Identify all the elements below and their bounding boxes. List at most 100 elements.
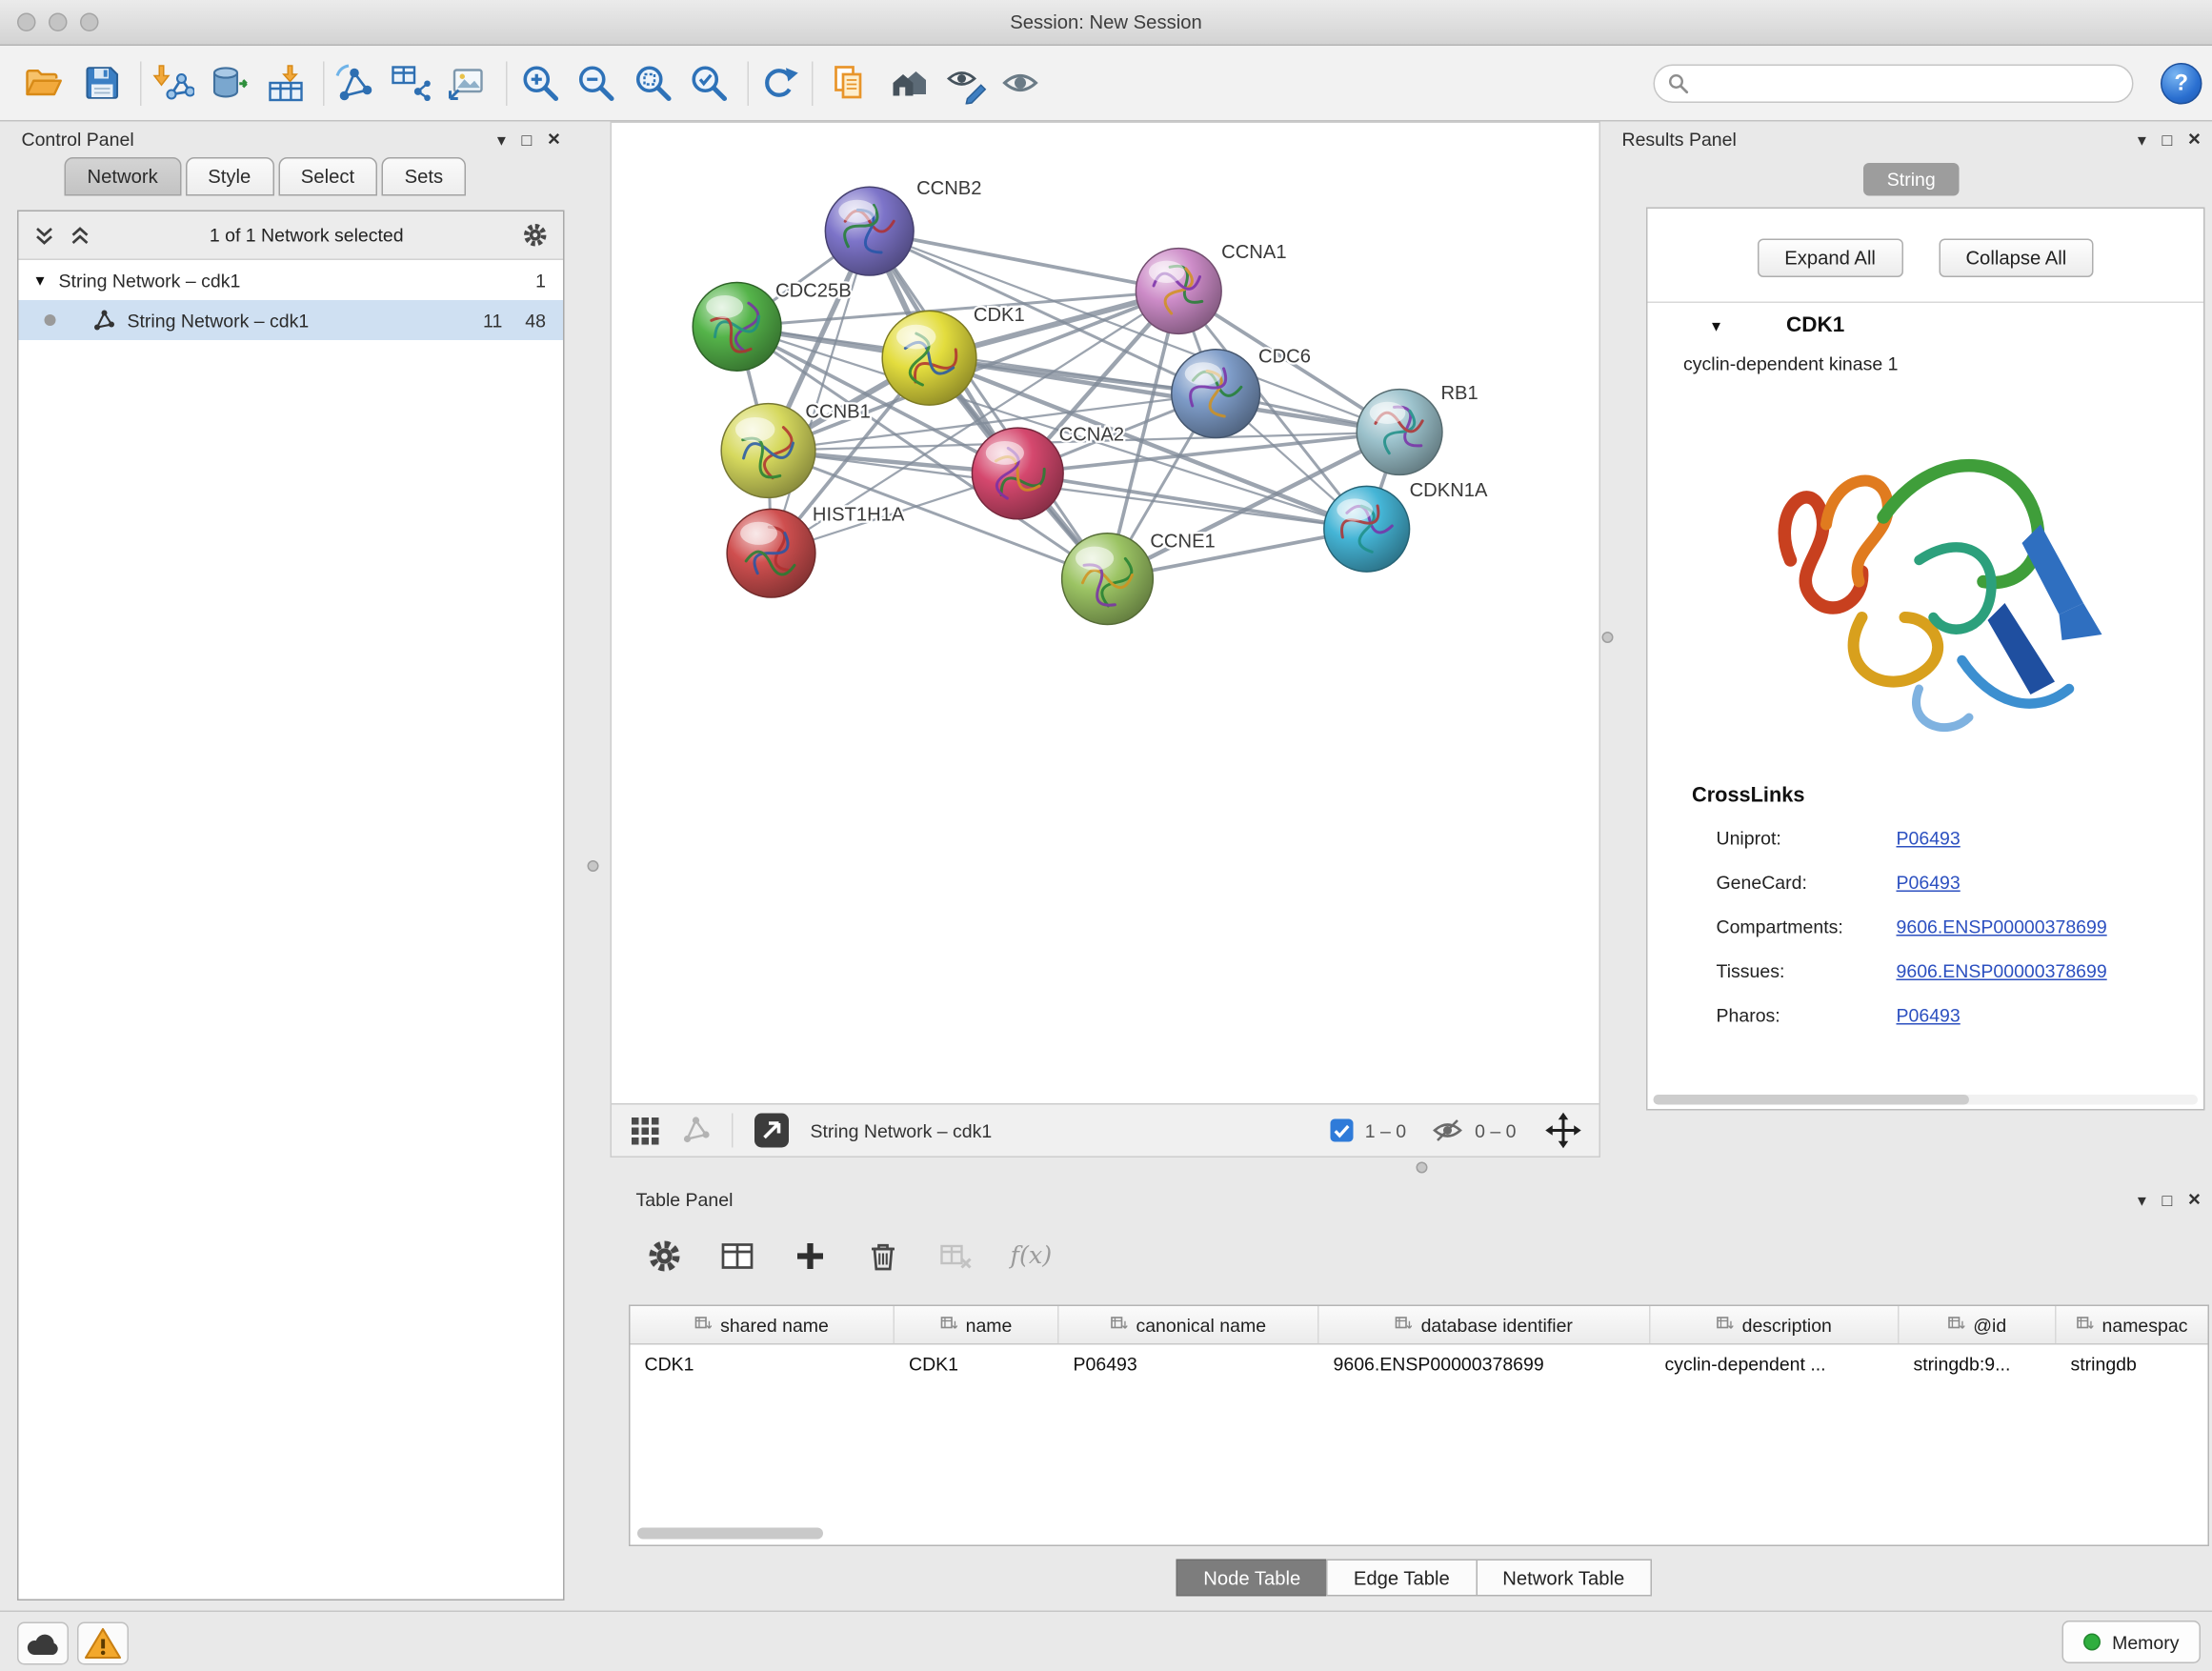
import-network-database-button[interactable]: [202, 56, 256, 111]
expand-all-icon[interactable]: [69, 224, 91, 247]
crosslink-link[interactable]: 9606.ENSP00000378699: [1897, 916, 2107, 938]
network-row-selected[interactable]: String Network – cdk1 11 48: [19, 300, 564, 340]
search-input[interactable]: [1698, 66, 2132, 102]
save-session-button[interactable]: [74, 56, 129, 111]
toggle-graphics-details-button[interactable]: [939, 56, 994, 111]
column-header[interactable]: canonical name: [1059, 1306, 1319, 1343]
network-collection-row[interactable]: ▾ String Network – cdk1 1: [19, 260, 564, 300]
network-edge[interactable]: [870, 232, 1179, 292]
control-panel: Control Panel ▾ □ × Network Style Select…: [10, 122, 573, 1611]
collapse-all-button[interactable]: Collapse All: [1939, 239, 2094, 278]
tab-edge-table[interactable]: Edge Table: [1326, 1560, 1477, 1597]
open-session-button[interactable]: [16, 56, 70, 111]
panel-float-icon[interactable]: □: [2162, 130, 2172, 150]
show-columns-icon[interactable]: [719, 1238, 756, 1275]
network-row-label: String Network – cdk1: [128, 310, 310, 332]
grid-icon[interactable]: [629, 1115, 660, 1146]
network-node-label: CCNB1: [805, 402, 870, 423]
birds-eye-view-icon[interactable]: [680, 1115, 712, 1146]
gear-icon[interactable]: [522, 222, 550, 250]
column-header[interactable]: description: [1651, 1306, 1900, 1343]
network-collection-label: String Network – cdk1: [59, 270, 241, 292]
crosslink-link[interactable]: P06493: [1897, 1005, 1961, 1027]
zoom-window-button[interactable]: [80, 13, 99, 32]
memory-button[interactable]: Memory: [2062, 1621, 2201, 1663]
column-header[interactable]: shared name: [631, 1306, 895, 1343]
add-icon[interactable]: [792, 1238, 829, 1275]
cloud-status-button[interactable]: [17, 1622, 69, 1665]
minimize-window-button[interactable]: [49, 13, 68, 32]
table-cell[interactable]: stringdb: [2057, 1353, 2208, 1375]
collapse-all-icon[interactable]: [33, 224, 56, 247]
trash-icon[interactable]: [865, 1238, 902, 1275]
toolbar-separator: [732, 1114, 734, 1148]
expand-all-button[interactable]: Expand All: [1758, 239, 1903, 278]
close-window-button[interactable]: [17, 13, 36, 32]
selected-checkbox-icon[interactable]: [1331, 1119, 1354, 1142]
zoom-out-button[interactable]: [569, 56, 623, 111]
tab-node-table[interactable]: Node Table: [1176, 1560, 1328, 1597]
panel-float-icon[interactable]: □: [521, 130, 532, 150]
tab-style[interactable]: Style: [185, 157, 273, 196]
tab-select[interactable]: Select: [278, 157, 377, 196]
column-header[interactable]: @id: [1900, 1306, 2057, 1343]
right-splitter-handle[interactable]: [1602, 632, 1614, 643]
crosslink-link[interactable]: P06493: [1897, 828, 1961, 850]
crosslink-link[interactable]: P06493: [1897, 872, 1961, 894]
left-splitter-handle[interactable]: [588, 860, 599, 872]
panel-close-icon[interactable]: ×: [2188, 1188, 2201, 1213]
column-sort-icon: [2077, 1317, 2094, 1334]
column-header[interactable]: name: [895, 1306, 1059, 1343]
column-sort-icon: [1396, 1317, 1413, 1334]
export-image-button[interactable]: [439, 56, 493, 111]
import-network-file-button[interactable]: [146, 56, 200, 111]
pan-arrows-icon[interactable]: [1545, 1112, 1582, 1149]
duplicate-network-button[interactable]: [328, 56, 382, 111]
warning-status-button[interactable]: [77, 1622, 129, 1665]
network-table-button[interactable]: [383, 56, 437, 111]
import-table-button[interactable]: [259, 56, 313, 111]
bottom-splitter-handle[interactable]: [1417, 1162, 1428, 1174]
tab-network[interactable]: Network: [65, 157, 181, 196]
zoom-in-button[interactable]: [513, 56, 568, 111]
table-horizontal-scrollbar[interactable]: [637, 1528, 823, 1540]
table-cell[interactable]: stringdb:9...: [1900, 1353, 2057, 1375]
tab-network-table[interactable]: Network Table: [1476, 1560, 1652, 1597]
table-cell[interactable]: 9606.ENSP00000378699: [1319, 1353, 1651, 1375]
zoom-fit-button[interactable]: [626, 56, 680, 111]
refresh-button[interactable]: [754, 56, 808, 111]
network-graph[interactable]: CCNB2CCNA1CDC25BCDK1CDC6RB1CCNB1CCNA2CDK…: [612, 123, 1599, 1103]
network-canvas[interactable]: CCNB2CCNA1CDC25BCDK1CDC6RB1CCNB1CCNA2CDK…: [611, 122, 1601, 1105]
copy-button[interactable]: [822, 56, 876, 111]
panel-close-icon[interactable]: ×: [548, 128, 560, 152]
crosslink-link[interactable]: 9606.ENSP00000378699: [1897, 960, 2107, 982]
panel-collapse-icon[interactable]: ▾: [2138, 1190, 2146, 1210]
panel-float-icon[interactable]: □: [2162, 1190, 2172, 1210]
table-cell[interactable]: CDK1: [631, 1353, 895, 1375]
network-edge[interactable]: [870, 232, 1108, 579]
column-header[interactable]: namespac: [2057, 1306, 2208, 1343]
tree-expander-icon[interactable]: ▾: [36, 271, 45, 291]
zoom-selected-button[interactable]: [682, 56, 736, 111]
home-button[interactable]: [882, 56, 936, 111]
network-list-toolbar: 1 of 1 Network selected: [19, 211, 564, 260]
table-cell[interactable]: P06493: [1059, 1353, 1319, 1375]
gear-icon[interactable]: [646, 1238, 683, 1275]
help-button[interactable]: ?: [2161, 63, 2202, 105]
hidden-eye-slash-icon[interactable]: [1432, 1117, 1463, 1143]
column-header[interactable]: database identifier: [1319, 1306, 1651, 1343]
panel-collapse-icon[interactable]: ▾: [2138, 130, 2146, 150]
table-cell[interactable]: cyclin-dependent ...: [1651, 1353, 1900, 1375]
panel-close-icon[interactable]: ×: [2188, 128, 2201, 152]
tab-sets[interactable]: Sets: [382, 157, 467, 196]
table-cell[interactable]: CDK1: [895, 1353, 1059, 1375]
results-scrollbar[interactable]: [1654, 1095, 2199, 1105]
table-row[interactable]: CDK1 CDK1 P06493 9606.ENSP00000378699 cy…: [631, 1345, 2208, 1382]
show-graphics-details-button[interactable]: [995, 56, 1049, 111]
section-expander-icon[interactable]: ▾: [1712, 315, 1720, 335]
protein-section-header[interactable]: ▾ CDK1: [1648, 302, 2204, 348]
export-view-icon[interactable]: [754, 1112, 791, 1149]
panel-collapse-icon[interactable]: ▾: [497, 130, 506, 150]
tab-string[interactable]: String: [1862, 163, 1960, 196]
function-builder-button[interactable]: f(x): [1011, 1242, 1053, 1271]
